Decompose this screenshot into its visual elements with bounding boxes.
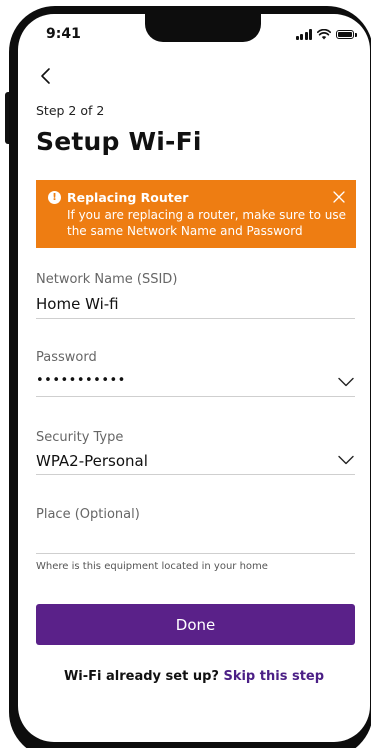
password-underline — [36, 396, 355, 397]
signal-icon — [295, 29, 312, 40]
step-indicator: Step 2 of 2 — [36, 103, 105, 118]
password-input[interactable]: ••••••••••• — [36, 373, 126, 388]
status-time: 9:41 — [46, 26, 81, 42]
network-name-underline — [36, 318, 355, 319]
skip-row: Wi-Fi already set up? Skip this step — [18, 669, 370, 684]
place-label: Place (Optional) — [36, 507, 140, 522]
alert-message: If you are replacing a router, make sure… — [67, 208, 347, 238]
security-type-select[interactable]: WPA2-Personal — [36, 452, 148, 470]
chevron-down-icon[interactable] — [338, 455, 354, 465]
exclamation-icon: ! — [48, 191, 61, 204]
network-name-input[interactable]: Home Wi-fi — [36, 295, 119, 313]
battery-icon — [336, 30, 357, 39]
status-icons — [295, 29, 357, 40]
replacing-router-alert: ! Replacing Router If you are replacing … — [36, 180, 356, 248]
already-setup-text: Wi-Fi already set up? — [63, 669, 224, 684]
notch — [145, 14, 261, 42]
skip-step-link[interactable]: Skip this step — [223, 669, 324, 684]
phone-screen: 9:41 Step 2 of 2 Setup Wi-Fi ! Replacing… — [18, 14, 370, 742]
network-name-label: Network Name (SSID) — [36, 272, 178, 287]
wifi-icon — [317, 29, 331, 40]
page-title: Setup Wi-Fi — [36, 127, 202, 156]
security-type-label: Security Type — [36, 430, 124, 445]
place-input[interactable] — [36, 530, 355, 550]
chevron-down-icon[interactable] — [338, 377, 354, 387]
place-underline — [36, 553, 355, 554]
security-type-underline — [36, 474, 355, 475]
chevron-left-icon[interactable] — [36, 64, 58, 88]
password-label: Password — [36, 350, 97, 365]
app-page: 9:41 Step 2 of 2 Setup Wi-Fi ! Replacing… — [0, 0, 371, 748]
close-icon[interactable] — [332, 190, 346, 204]
done-button[interactable]: Done — [36, 604, 355, 645]
alert-title: Replacing Router — [67, 190, 189, 205]
place-helper-text: Where is this equipment located in your … — [36, 561, 268, 572]
